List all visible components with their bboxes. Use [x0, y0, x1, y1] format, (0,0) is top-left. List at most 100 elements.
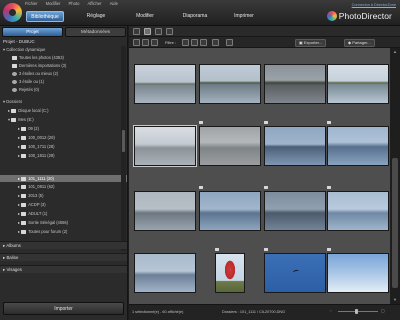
- menu-fichier[interactable]: Fichier: [25, 1, 38, 6]
- flag-filter-icon[interactable]: [182, 39, 189, 46]
- menu-aide[interactable]: Aide: [110, 1, 118, 6]
- scroll-down-icon[interactable]: ▼: [392, 297, 398, 303]
- section-albums[interactable]: ▸ Albums: [0, 241, 127, 249]
- tab-reglage[interactable]: Réglage: [84, 11, 108, 22]
- thumbnail-grid: [129, 48, 390, 304]
- share-button[interactable]: ◆ Partager...: [344, 38, 375, 47]
- photo-thumbnail[interactable]: [199, 191, 261, 231]
- folder-label: Disque local (C:): [18, 108, 49, 113]
- sort-icon[interactable]: [151, 39, 158, 46]
- single-view-icon[interactable]: [133, 28, 140, 35]
- view-toolbar: [129, 26, 400, 37]
- folder-item[interactable]: ▸ ACDP (3): [18, 201, 46, 208]
- tab-modifier[interactable]: Modifier: [133, 11, 157, 22]
- folder-icon: [21, 202, 27, 207]
- photo-thumbnail[interactable]: [199, 126, 261, 166]
- photo-thumbnail[interactable]: [134, 253, 196, 293]
- folder-item[interactable]: ▸ Toutes pour forum (2): [18, 228, 67, 235]
- collection-header[interactable]: ▾ Collection dynamique: [3, 46, 45, 53]
- export-button[interactable]: ▣ Exporter...: [295, 38, 327, 47]
- grid-view-icon[interactable]: [144, 28, 151, 35]
- folder-label: 2013 (5): [28, 193, 44, 198]
- rotate-right-icon[interactable]: [142, 39, 149, 46]
- folder-item[interactable]: ▸ 101_0811 (62): [18, 183, 55, 190]
- color-filter-icon[interactable]: [200, 39, 207, 46]
- edit-badge-icon: [199, 121, 203, 124]
- photo-thumbnail[interactable]: [327, 64, 389, 104]
- menu-photo[interactable]: Photo: [68, 1, 79, 6]
- folder-icon: [21, 126, 27, 131]
- section-visages[interactable]: ▸ Visages: [0, 265, 127, 273]
- tag-icon[interactable]: [226, 39, 233, 46]
- zoom-slider[interactable]: [338, 309, 378, 314]
- folder-item[interactable]: ▸ 100_1711 (28): [18, 143, 55, 150]
- tab-projet[interactable]: Projet: [2, 27, 63, 37]
- photo-thumbnail[interactable]: [199, 64, 261, 104]
- section-balise[interactable]: ▸ Balise: [0, 253, 127, 261]
- collection-item[interactable]: Toutes les photos (4353): [12, 54, 64, 61]
- photo-thumbnail[interactable]: [134, 191, 196, 231]
- menu-modifier[interactable]: Modifier: [46, 1, 61, 6]
- folder-item[interactable]: ▸ Disque local (C:): [8, 107, 48, 114]
- bird-silhouette: [292, 269, 300, 274]
- menu-afficher[interactable]: Afficher: [87, 1, 101, 6]
- grid-scrollbar[interactable]: ▲ ▼: [390, 48, 400, 304]
- survey-view-icon[interactable]: [166, 28, 173, 35]
- zoom-in-icon[interactable]: ▢: [381, 308, 385, 313]
- zoom-out-icon[interactable]: ▫: [330, 308, 331, 313]
- brand: PhotoDirector: [326, 11, 392, 21]
- panel-scrollbar-thumb[interactable]: [122, 130, 125, 152]
- folder-icon: [21, 184, 27, 189]
- tab-bibliotheque[interactable]: Bibliothèque: [26, 11, 64, 22]
- compare-view-icon[interactable]: [155, 28, 162, 35]
- folder-label: ADULT (1): [28, 211, 48, 216]
- selection-count: 1 sélectionné(e) - 60 affiché(e): [132, 310, 184, 314]
- edit-badge-icon: [327, 248, 331, 251]
- scroll-up-icon[interactable]: ▲: [392, 49, 398, 55]
- edit-icon[interactable]: [212, 39, 219, 46]
- section-balise-label: Balise: [6, 255, 19, 260]
- photo-thumbnail[interactable]: [215, 253, 245, 293]
- tab-diaporama[interactable]: Diaporama: [180, 11, 210, 22]
- folder-item[interactable]: ▾ Mes (E:): [8, 116, 34, 123]
- photo-thumbnail[interactable]: [327, 191, 389, 231]
- collection-item[interactable]: Rejetés (0): [12, 86, 39, 93]
- folder-item[interactable]: ▸ 2013 (5): [18, 192, 43, 199]
- drive-icon: [11, 108, 17, 113]
- folder-icon: [21, 193, 27, 198]
- collection-item[interactable]: Dernières importations (3): [12, 62, 66, 69]
- rotate-left-icon[interactable]: [133, 39, 140, 46]
- tab-imprimer[interactable]: Imprimer: [231, 11, 257, 22]
- zoom-slider-knob[interactable]: [355, 309, 358, 314]
- tab-metadonnees[interactable]: Métadonnées: [65, 27, 126, 37]
- folder-item-selected[interactable]: ▸ 101_1111 (20): [18, 175, 54, 182]
- folder-item[interactable]: ▸ ADULT (1): [18, 210, 47, 217]
- login-link[interactable]: Connexion à DirectorZone: [352, 3, 396, 7]
- folders-header[interactable]: ▾ Dossiers: [3, 98, 22, 105]
- photo-thumbnail[interactable]: [264, 64, 326, 104]
- folder-item[interactable]: ▸ 100_0012 (28): [18, 134, 55, 141]
- folder-label: Mes (E:): [18, 117, 34, 122]
- star-filter-icon[interactable]: [191, 39, 198, 46]
- grid-scrollbar-thumb[interactable]: [392, 158, 398, 288]
- photo-thumbnail[interactable]: [264, 253, 326, 293]
- folder-label: 101_1111 (20): [28, 176, 54, 181]
- top-bar: Fichier Modifier Photo Afficher Aide Bib…: [0, 0, 400, 26]
- folder-label: ACDP (3): [28, 202, 46, 207]
- import-button[interactable]: Importer: [3, 302, 124, 315]
- photo-thumbnail[interactable]: [133, 125, 197, 167]
- folder-item[interactable]: ▸ Sortie Sénégal (4066): [18, 219, 68, 226]
- photo-thumbnail[interactable]: [327, 126, 389, 166]
- photo-thumbnail[interactable]: [327, 253, 389, 293]
- panel-scrollbar[interactable]: [121, 46, 126, 251]
- photo-thumbnail[interactable]: [264, 126, 326, 166]
- collection-item[interactable]: 3 étoiles ou mieux (2): [12, 70, 58, 77]
- collection-label: Dernières importations (3): [19, 63, 67, 68]
- collection-item[interactable]: 3 étoile ou (1): [12, 78, 44, 85]
- folders-header-label: Dossiers: [6, 99, 23, 104]
- folder-item[interactable]: ▸ 100_1811 (29): [18, 152, 55, 159]
- folder-item[interactable]: ▸ 09 (2): [18, 125, 39, 132]
- panel-tabs: Projet Métadonnées: [2, 27, 126, 37]
- photo-thumbnail[interactable]: [264, 191, 326, 231]
- photo-thumbnail[interactable]: [134, 64, 196, 104]
